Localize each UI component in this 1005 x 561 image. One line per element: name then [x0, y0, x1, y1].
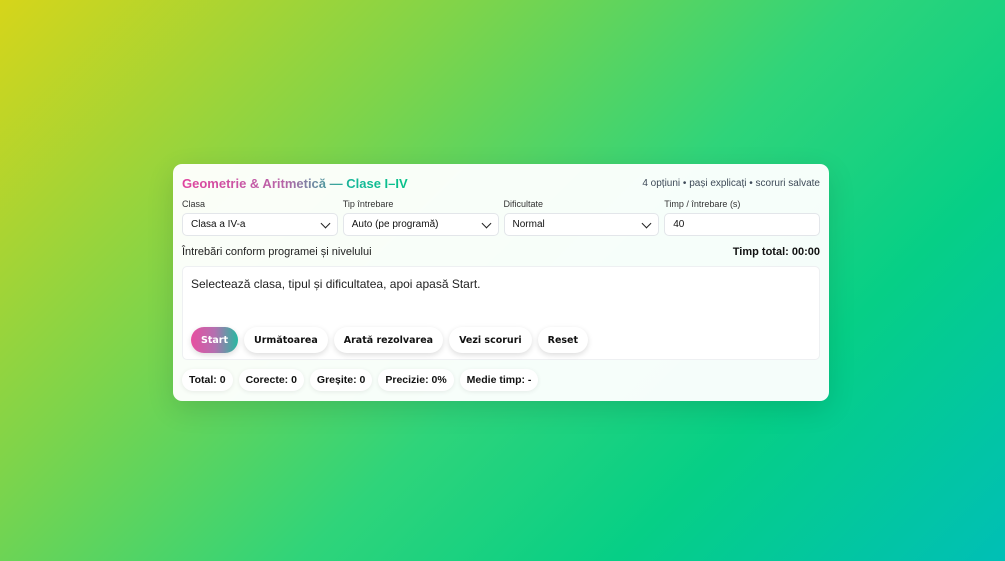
class-label: Clasa	[182, 199, 206, 209]
info-note: Întrebări conform programei și nivelului	[182, 246, 372, 258]
type-select[interactable]: Auto (pe programă)	[342, 213, 499, 236]
question-box: Selectează clasa, tipul și dificultatea,…	[182, 266, 820, 360]
class-select-value: Clasa a IV-a	[191, 219, 246, 230]
question-text: Selectează clasa, tipul și dificultatea,…	[191, 277, 481, 291]
type-select-value: Auto (pe programă)	[351, 219, 439, 230]
stats-bar: Total: 0 Corecte: 0 Greșite: 0 Precizie:…	[182, 369, 539, 391]
chevron-down-icon	[481, 218, 491, 228]
quiz-card: Geometrie & Aritmetică — Clase I–IV 4 op…	[173, 164, 829, 401]
difficulty-select-value: Normal	[512, 219, 545, 230]
app-title: Geometrie & Aritmetică — Clase I–IV	[182, 175, 408, 191]
stat-precision: Precizie: 0%	[378, 369, 454, 391]
card-header: Geometrie & Aritmetică — Clase I–IV 4 op…	[182, 174, 820, 192]
action-buttons: Start Următoarea Arată rezolvarea Vezi s…	[191, 327, 589, 353]
class-field: Clasa Clasa a IV-a	[182, 199, 338, 236]
difficulty-select[interactable]: Normal	[503, 213, 660, 236]
reset-button[interactable]: Reset	[537, 327, 589, 353]
stat-avg-time: Medie timp: -	[459, 369, 539, 391]
info-row: Întrebări conform programei și nivelului…	[182, 245, 820, 259]
next-button[interactable]: Următoarea	[244, 327, 328, 353]
type-label: Tip întrebare	[342, 199, 394, 209]
start-button[interactable]: Start	[191, 327, 239, 353]
show-solution-button[interactable]: Arată rezolvarea	[333, 327, 444, 353]
app-subtitle: 4 opțiuni • pași explicați • scoruri sal…	[642, 177, 820, 189]
time-input[interactable]: 40	[664, 213, 820, 236]
time-label: Timp / întrebare (s)	[664, 199, 741, 209]
type-field: Tip întrebare Auto (pe programă)	[342, 199, 499, 236]
difficulty-label: Dificultate	[503, 199, 544, 209]
view-scores-button[interactable]: Vezi scoruri	[449, 327, 532, 353]
stat-wrong: Greșite: 0	[309, 369, 373, 391]
stat-total: Total: 0	[182, 369, 233, 391]
class-select[interactable]: Clasa a IV-a	[182, 213, 338, 236]
time-field: Timp / întrebare (s) 40	[664, 199, 820, 236]
difficulty-field: Dificultate Normal	[503, 199, 660, 236]
chevron-down-icon	[641, 218, 652, 228]
settings-fields: Clasa Clasa a IV-a Tip întrebare Auto (p…	[182, 199, 820, 236]
total-timer: Timp total: 00:00	[732, 246, 820, 258]
stat-correct: Corecte: 0	[238, 369, 304, 391]
chevron-down-icon	[320, 218, 331, 228]
time-input-value: 40	[673, 219, 685, 230]
